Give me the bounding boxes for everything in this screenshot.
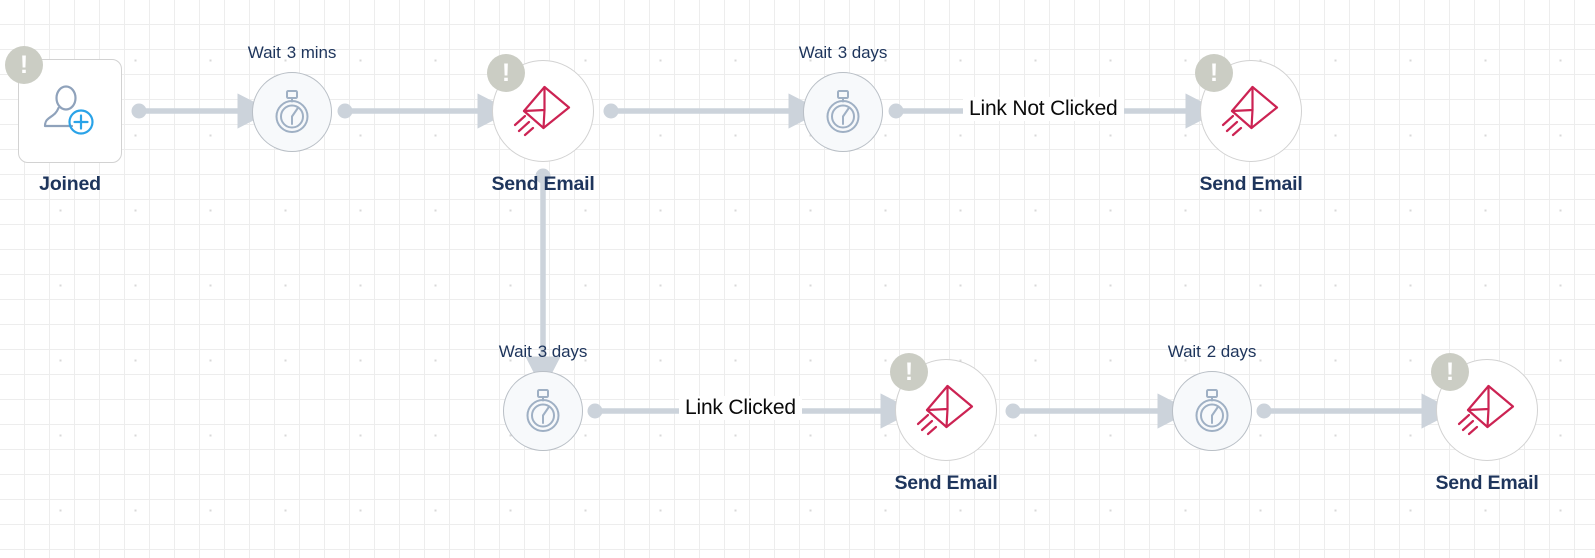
wait-prefix: Wait (247, 43, 281, 62)
node-send-email-1-shape[interactable]: ! (487, 54, 594, 162)
stopwatch-icon (826, 90, 860, 133)
node-joined[interactable]: ! Joined (5, 46, 122, 195)
wait-prefix: Wait (498, 342, 532, 361)
node-wait-1-label: Wait 3 mins (247, 43, 337, 63)
connector-layer (131, 93, 1456, 429)
edge-source-dot (603, 103, 619, 119)
stopwatch-icon (526, 389, 560, 432)
node-wait-2-shape[interactable] (803, 72, 883, 152)
warning-badge-glyph: ! (1209, 58, 1219, 87)
edge-source-dot (131, 103, 147, 119)
node-wait-1-shape[interactable] (252, 72, 332, 152)
stopwatch-icon (1195, 389, 1229, 432)
warning-badge-glyph: ! (501, 58, 511, 87)
node-wait-2-label: Wait 3 days (798, 43, 888, 63)
warning-badge-glyph: ! (19, 50, 29, 79)
warning-badge-glyph: ! (904, 357, 914, 386)
send-email-icon (1221, 85, 1279, 137)
warning-badge-icon: ! (487, 54, 525, 92)
warning-badge-icon: ! (1431, 353, 1469, 391)
edge-label-link-clicked: Link Clicked (679, 396, 802, 420)
node-send-email-4-title: Send Email (1435, 472, 1539, 494)
warning-badge-icon: ! (1195, 54, 1233, 92)
node-send-email-4[interactable]: ! Send Email (1431, 353, 1539, 494)
node-send-email-2-shape[interactable]: ! (1195, 54, 1302, 162)
node-wait-2[interactable]: Wait 3 days (799, 43, 887, 152)
edge-label-link-not-clicked: Link Not Clicked (963, 97, 1124, 121)
wait-value: 3 mins (286, 43, 337, 62)
node-joined-title: Joined (39, 173, 101, 195)
node-send-email-1-title: Send Email (491, 173, 595, 195)
node-send-email-3-title: Send Email (894, 472, 998, 494)
node-wait-1[interactable]: Wait 3 mins (248, 43, 336, 152)
node-wait-3-label: Wait 3 days (498, 342, 588, 362)
node-wait-4-shape[interactable] (1172, 371, 1252, 451)
node-send-email-4-shape[interactable]: ! (1431, 353, 1538, 461)
send-email-icon (916, 384, 974, 436)
wait-prefix: Wait (1167, 342, 1201, 361)
workflow-canvas[interactable]: Link Not Clicked Link Clicked ! Joined W… (0, 0, 1595, 558)
send-email-icon (513, 85, 571, 137)
node-send-email-3-shape[interactable]: ! (890, 353, 997, 461)
wait-value: 3 days (537, 342, 588, 361)
warning-badge-icon: ! (5, 46, 43, 84)
send-email-icon (1457, 384, 1515, 436)
node-send-email-3[interactable]: ! Send Email (890, 353, 998, 494)
edge-source-dot (1005, 403, 1021, 419)
node-wait-4-label: Wait 2 days (1167, 342, 1257, 362)
wait-value: 3 days (837, 43, 888, 62)
stopwatch-icon (275, 90, 309, 133)
node-joined-shape[interactable]: ! (5, 46, 122, 163)
warning-badge-glyph: ! (1445, 357, 1455, 386)
node-send-email-2-title: Send Email (1199, 173, 1303, 195)
wait-value: 2 days (1206, 342, 1257, 361)
edge-source-dot (337, 103, 353, 119)
edge-source-dot (888, 103, 904, 119)
node-wait-3[interactable]: Wait 3 days (499, 342, 587, 451)
node-send-email-1[interactable]: ! Send Email (487, 54, 595, 195)
node-wait-4[interactable]: Wait 2 days (1168, 342, 1256, 451)
wait-prefix: Wait (798, 43, 832, 62)
edge-source-dot (1256, 403, 1272, 419)
edge-source-dot (587, 403, 603, 419)
node-wait-3-shape[interactable] (503, 371, 583, 451)
user-add-icon (43, 85, 94, 135)
warning-badge-icon: ! (890, 353, 928, 391)
canvas-grid-dots (0, 0, 1595, 558)
node-send-email-2[interactable]: ! Send Email (1195, 54, 1303, 195)
